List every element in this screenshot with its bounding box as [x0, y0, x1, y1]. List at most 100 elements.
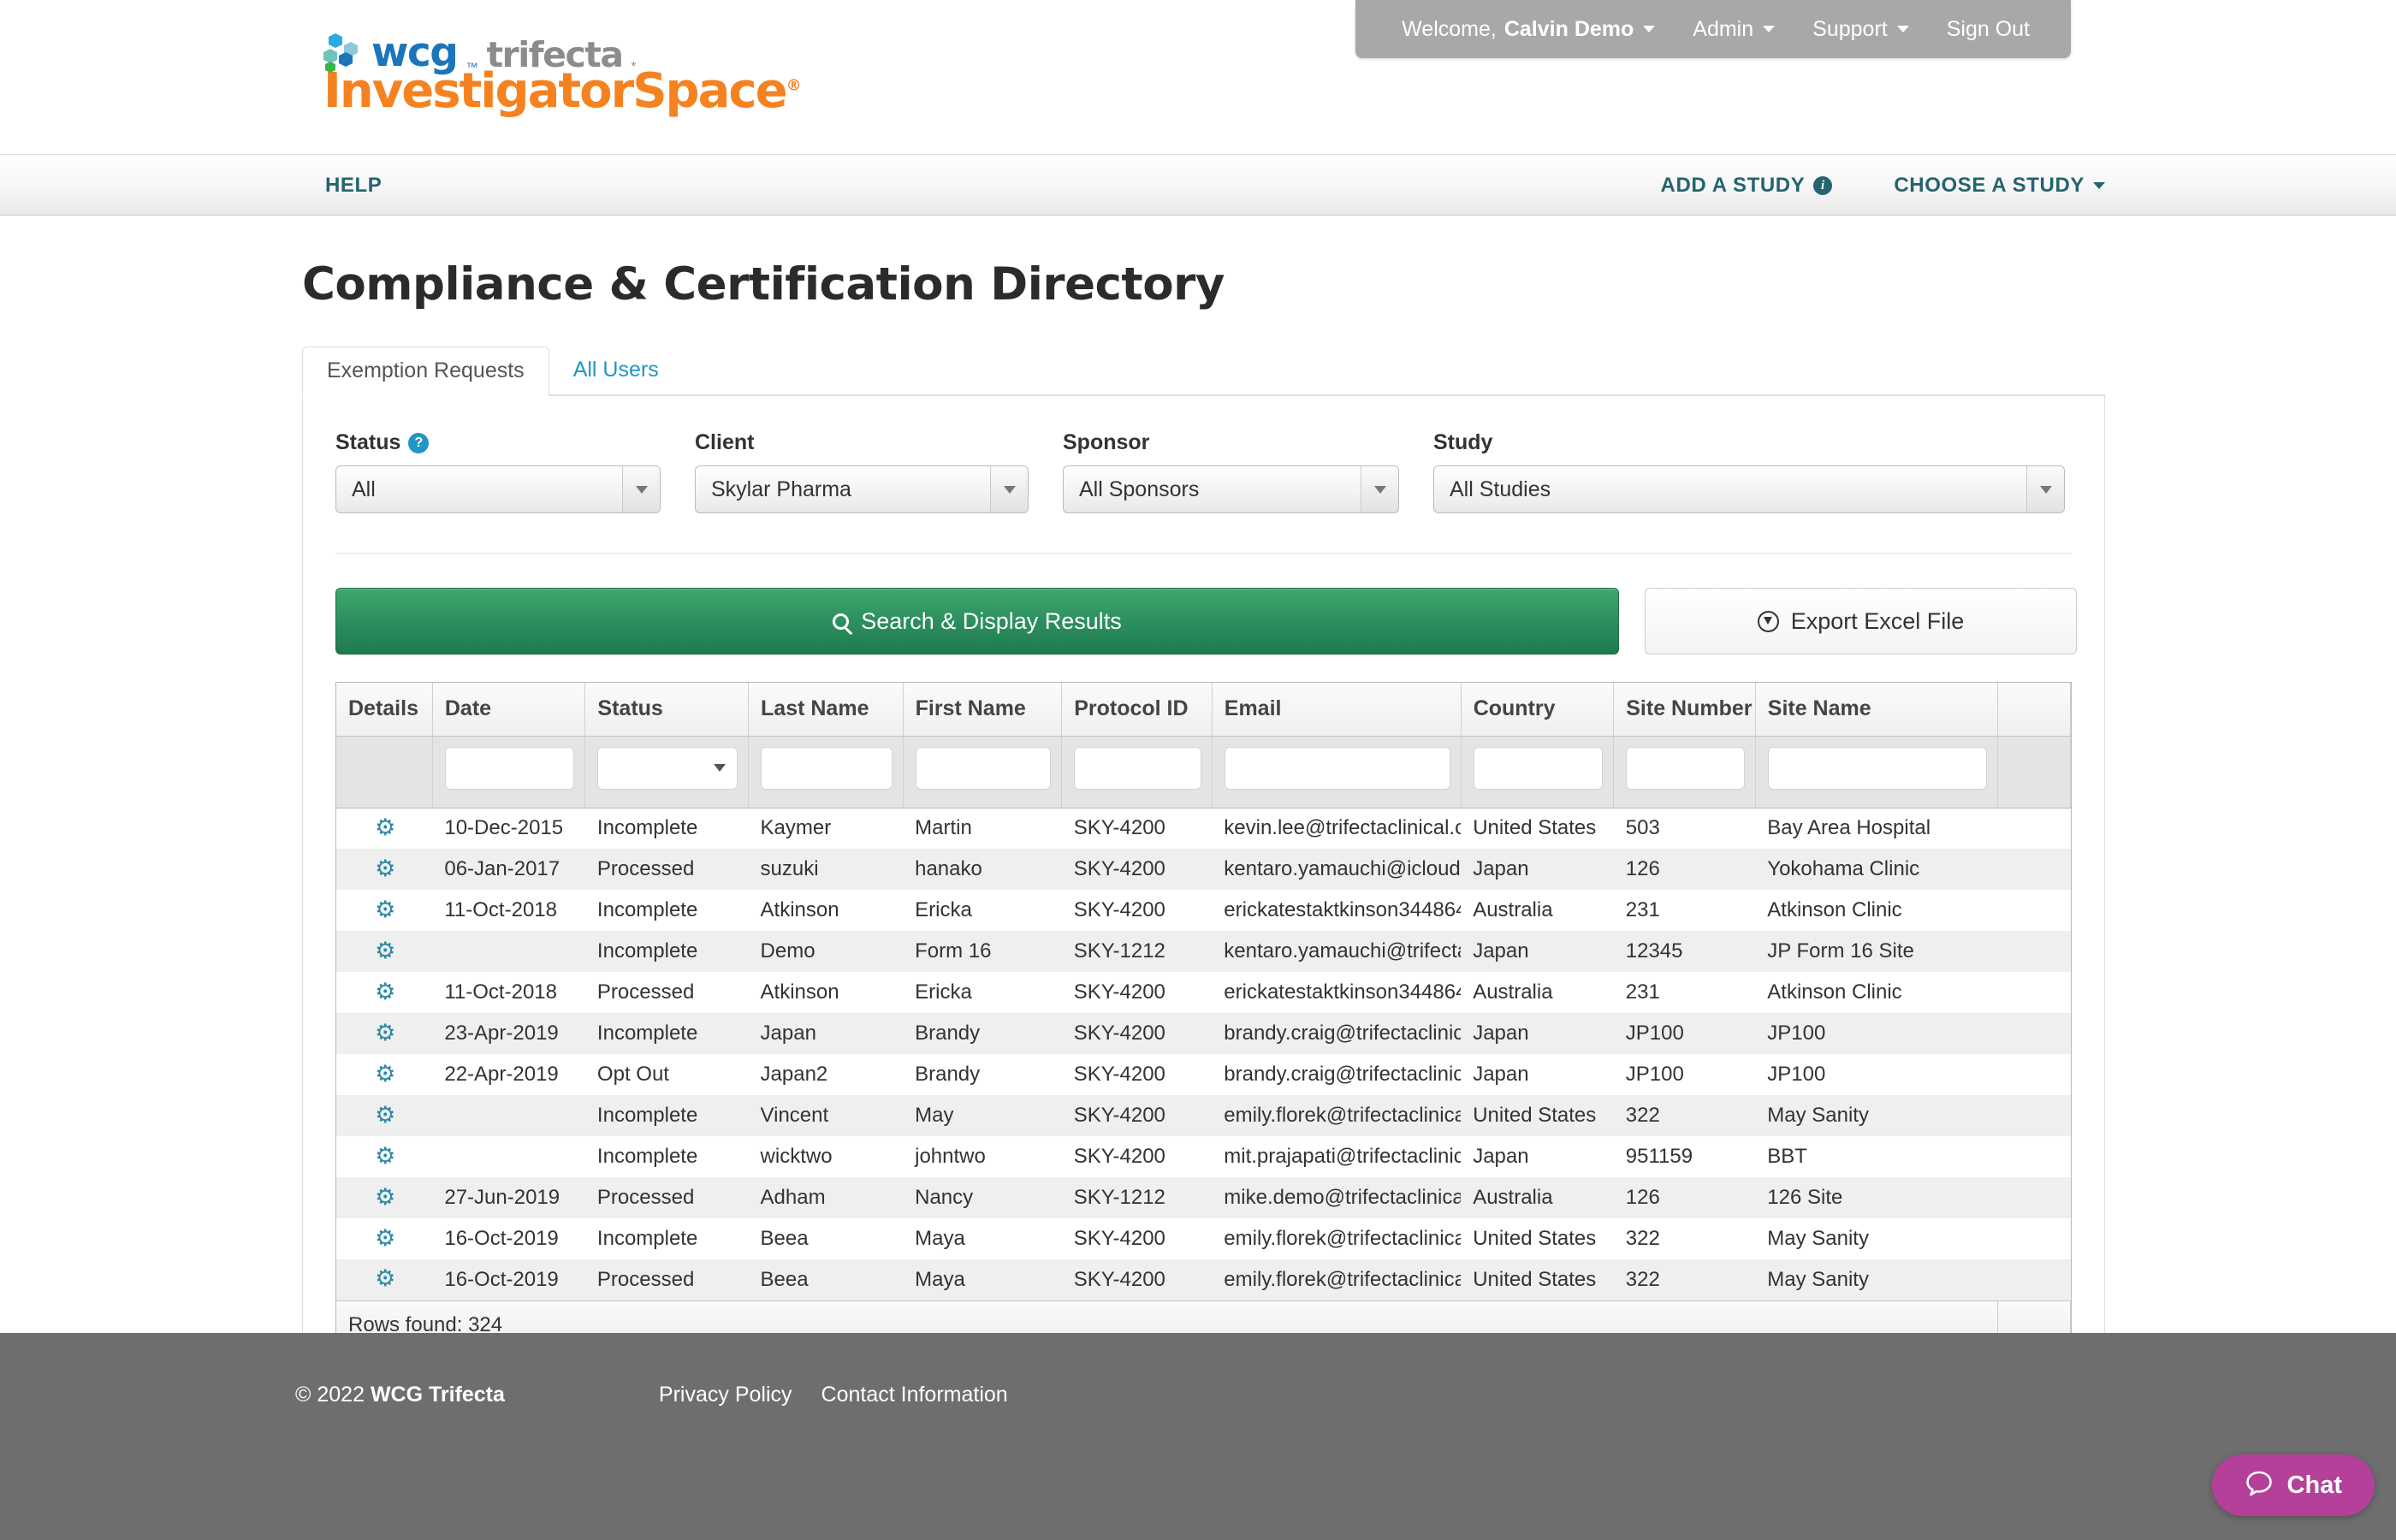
column-header-country[interactable]: Country — [1461, 683, 1615, 737]
column-filter-row — [336, 736, 2072, 808]
logo[interactable]: wcg ™ trifecta * InvestigatorSpace® — [323, 33, 802, 116]
cell-protocol-id: SKY-4200 — [1061, 1054, 1213, 1095]
gear-icon[interactable]: ⚙ — [374, 1062, 396, 1085]
welcome-user-menu[interactable]: Welcome, Calvin Demo — [1383, 17, 1674, 42]
help-icon[interactable]: ? — [408, 432, 430, 453]
gear-icon[interactable]: ⚙ — [374, 1185, 396, 1208]
email-filter-input[interactable] — [1224, 746, 1450, 790]
table-row[interactable]: ⚙ 22-Apr-2019 Opt Out Japan2 Brandy SKY-4200 b… — [336, 1054, 2071, 1095]
table-row[interactable]: ⚙ Incomplete Vincent May SKY-4200 emily.flore… — [336, 1095, 2071, 1136]
column-header-last-name[interactable]: Last Name — [748, 683, 904, 737]
column-header-site-number[interactable]: Site Number — [1613, 683, 1756, 737]
column-header-email[interactable]: Email — [1212, 683, 1462, 737]
cell-status: Incomplete — [584, 1095, 749, 1136]
cell-site-number: 322 — [1613, 1218, 1756, 1259]
table-row[interactable]: ⚙ Incomplete Demo Form 16 SKY-1212 kentaro.ya… — [336, 931, 2071, 972]
chevron-down-icon — [1763, 26, 1776, 33]
cell-status: Processed — [584, 1259, 749, 1300]
admin-menu[interactable]: Admin — [1674, 17, 1794, 42]
cell-site-number: 503 — [1613, 808, 1756, 849]
exemption-requests-panel: Status ? All Client Skylar Pharma Sponso… — [302, 396, 2105, 1380]
search-display-results-button[interactable]: Search & Display Results — [335, 588, 1619, 654]
cell-spacer — [1997, 1136, 2071, 1177]
contact-information-link[interactable]: Contact Information — [821, 1383, 1008, 1407]
filter-cell-protocol-id — [1061, 736, 1213, 808]
column-header-protocol-id[interactable]: Protocol ID — [1061, 683, 1213, 737]
gear-icon[interactable]: ⚙ — [374, 1226, 396, 1249]
cell-email: emily.florek@trifectaclinical. — [1212, 1259, 1462, 1300]
last-name-filter-input[interactable] — [761, 746, 893, 790]
table-row[interactable]: ⚙ 16-Oct-2019 Processed Beea Maya SKY-4200 emi… — [336, 1259, 2071, 1300]
column-header-site-name[interactable]: Site Name — [1755, 683, 1998, 737]
gear-icon[interactable]: ⚙ — [374, 939, 396, 962]
gear-icon[interactable]: ⚙ — [374, 815, 396, 838]
first-name-filter-input[interactable] — [915, 746, 1052, 790]
gear-icon[interactable]: ⚙ — [374, 856, 396, 880]
filter-cell-country — [1461, 736, 1615, 808]
gear-icon[interactable]: ⚙ — [374, 1267, 396, 1290]
table-row[interactable]: ⚙ 11-Oct-2018 Incomplete Atkinson Ericka SKY-… — [336, 890, 2071, 931]
site-number-filter-input[interactable] — [1626, 746, 1745, 790]
gear-icon[interactable]: ⚙ — [374, 897, 396, 921]
cell-email: brandy.craig@trifectaclinical — [1212, 1013, 1462, 1054]
cell-site-number: 951159 — [1613, 1136, 1756, 1177]
nav-choose-a-study[interactable]: CHOOSE A STUDY — [1894, 174, 2105, 198]
cell-site-name: Yokohama Clinic — [1755, 849, 1998, 890]
table-row[interactable]: ⚙ 23-Apr-2019 Incomplete Japan Brandy SKY-420… — [336, 1013, 2071, 1054]
filter-divider — [335, 553, 2072, 554]
support-menu[interactable]: Support — [1794, 17, 1928, 42]
cell-country: Australia — [1461, 890, 1614, 931]
cell-status: Incomplete — [584, 1136, 749, 1177]
cell-details: ⚙ — [336, 849, 433, 890]
client-select[interactable]: Skylar Pharma — [695, 465, 1029, 513]
chevron-down-icon — [1361, 466, 1398, 512]
table-row[interactable]: ⚙ 11-Oct-2018 Processed Atkinson Ericka SKY-4… — [336, 972, 2071, 1013]
column-header-status[interactable]: Status — [584, 683, 750, 737]
chat-button[interactable]: Chat — [2211, 1454, 2375, 1516]
table-row[interactable]: ⚙ Incomplete wicktwo johntwo SKY-4200 mit.pra… — [336, 1136, 2071, 1177]
nav-add-a-study[interactable]: ADD A STUDY i — [1661, 174, 1833, 198]
chevron-down-icon — [990, 466, 1028, 512]
cell-protocol-id: SKY-1212 — [1061, 1177, 1213, 1218]
study-select[interactable]: All Studies — [1433, 465, 2065, 513]
privacy-policy-link[interactable]: Privacy Policy — [659, 1383, 792, 1407]
hexagon-dots-icon — [323, 33, 361, 73]
filter-bar: Status ? All Client Skylar Pharma Sponso… — [335, 430, 2072, 513]
column-header-date[interactable]: Date — [432, 683, 586, 737]
column-header-details[interactable]: Details — [336, 683, 433, 737]
gear-icon[interactable]: ⚙ — [374, 1021, 396, 1044]
cell-first-name: Nancy — [903, 1177, 1062, 1218]
cell-site-name: JP100 — [1755, 1013, 1998, 1054]
column-header-first-name[interactable]: First Name — [903, 683, 1063, 737]
cell-spacer — [1997, 808, 2071, 849]
sponsor-select[interactable]: All Sponsors — [1063, 465, 1399, 513]
export-excel-file-button[interactable]: Export Excel File — [1645, 588, 2077, 654]
sign-out-link[interactable]: Sign Out — [1928, 17, 2049, 42]
status-select[interactable]: All — [335, 465, 661, 513]
table-row[interactable]: ⚙ 10-Dec-2015 Incomplete Kaymer Martin SKY-42… — [336, 808, 2071, 849]
tab-all-users[interactable]: All Users — [549, 345, 683, 394]
filter-cell-email — [1212, 736, 1462, 808]
table-row[interactable]: ⚙ 27-Jun-2019 Processed Adham Nancy SKY-1212 m… — [336, 1177, 2071, 1218]
cell-spacer — [1997, 931, 2071, 972]
protocol-id-filter-input[interactable] — [1074, 746, 1201, 790]
gear-icon[interactable]: ⚙ — [374, 980, 396, 1003]
gear-icon[interactable]: ⚙ — [374, 1144, 396, 1167]
nav-help[interactable]: HELP — [325, 174, 382, 198]
cell-status: Incomplete — [584, 808, 749, 849]
admin-label: Admin — [1693, 16, 1754, 41]
date-filter-input[interactable] — [444, 746, 575, 790]
table-row[interactable]: ⚙ 16-Oct-2019 Incomplete Beea Maya SKY-4200 em… — [336, 1218, 2071, 1259]
tab-exemption-requests[interactable]: Exemption Requests — [302, 346, 549, 396]
cell-site-number: 231 — [1613, 890, 1756, 931]
status-filter-select[interactable] — [597, 746, 738, 790]
cell-email: brandy.craig@trifectaclinical — [1212, 1054, 1462, 1095]
search-icon — [833, 613, 850, 630]
table-row[interactable]: ⚙ 06-Jan-2017 Processed suzuki hanako SKY-420… — [336, 849, 2071, 890]
cell-first-name: Form 16 — [903, 931, 1062, 972]
cell-spacer — [1997, 849, 2071, 890]
gear-icon[interactable]: ⚙ — [374, 1103, 396, 1126]
country-filter-input[interactable] — [1473, 746, 1604, 790]
cell-date: 23-Apr-2019 — [432, 1013, 585, 1054]
site-name-filter-input[interactable] — [1767, 746, 1987, 790]
